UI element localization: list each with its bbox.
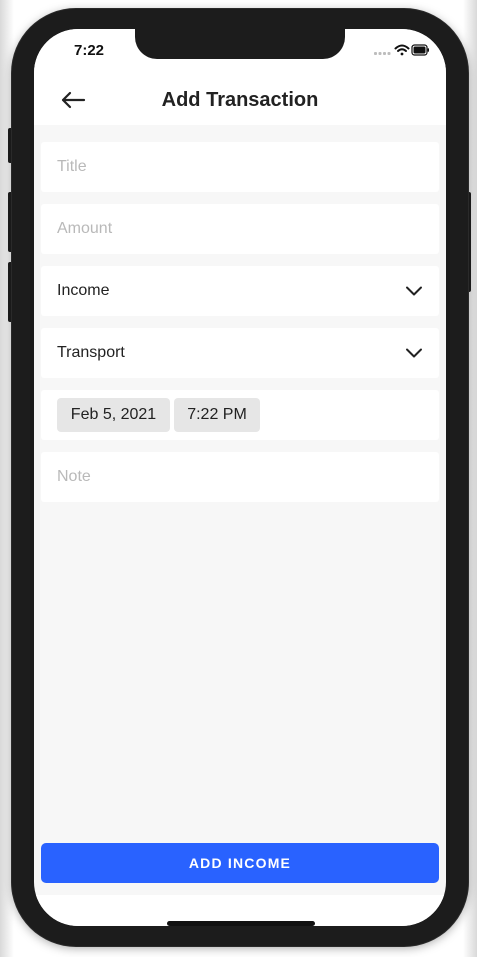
note-field-card (41, 452, 439, 502)
category-select[interactable]: Transport (41, 328, 439, 378)
amount-field-card (41, 204, 439, 254)
title-field-card (41, 142, 439, 192)
add-income-button[interactable]: ADD INCOME (41, 843, 439, 883)
device-stage: 7:22 Add Transaction Title Amount Income… (0, 0, 477, 957)
date-chip[interactable]: Feb 5, 2021 (57, 398, 170, 432)
status-time: 7:22 (74, 42, 105, 59)
chevron-down-icon (406, 286, 422, 296)
note-input[interactable] (41, 452, 439, 502)
status-icons (374, 44, 429, 56)
wifi-icon (394, 44, 410, 56)
title-input[interactable] (41, 142, 439, 192)
type-select[interactable]: Income (41, 266, 439, 316)
battery-icon (411, 44, 429, 56)
page-title: Add Transaction (161, 89, 319, 111)
chevron-down-icon (406, 348, 422, 358)
time-chip[interactable]: 7:22 PM (174, 398, 260, 432)
notch (135, 29, 345, 59)
category-select-value: Transport (57, 344, 125, 361)
phone-screen: 7:22 Add Transaction Title Amount Income… (34, 29, 446, 926)
phone-frame: 7:22 Add Transaction Title Amount Income… (12, 9, 468, 946)
datetime-card: Feb 5, 2021 7:22 PM (41, 390, 439, 440)
home-indicator (167, 921, 315, 926)
signal-icon (374, 52, 391, 55)
app-header: Add Transaction (34, 75, 446, 125)
type-select-value: Income (57, 282, 110, 299)
amount-input[interactable] (41, 204, 439, 254)
